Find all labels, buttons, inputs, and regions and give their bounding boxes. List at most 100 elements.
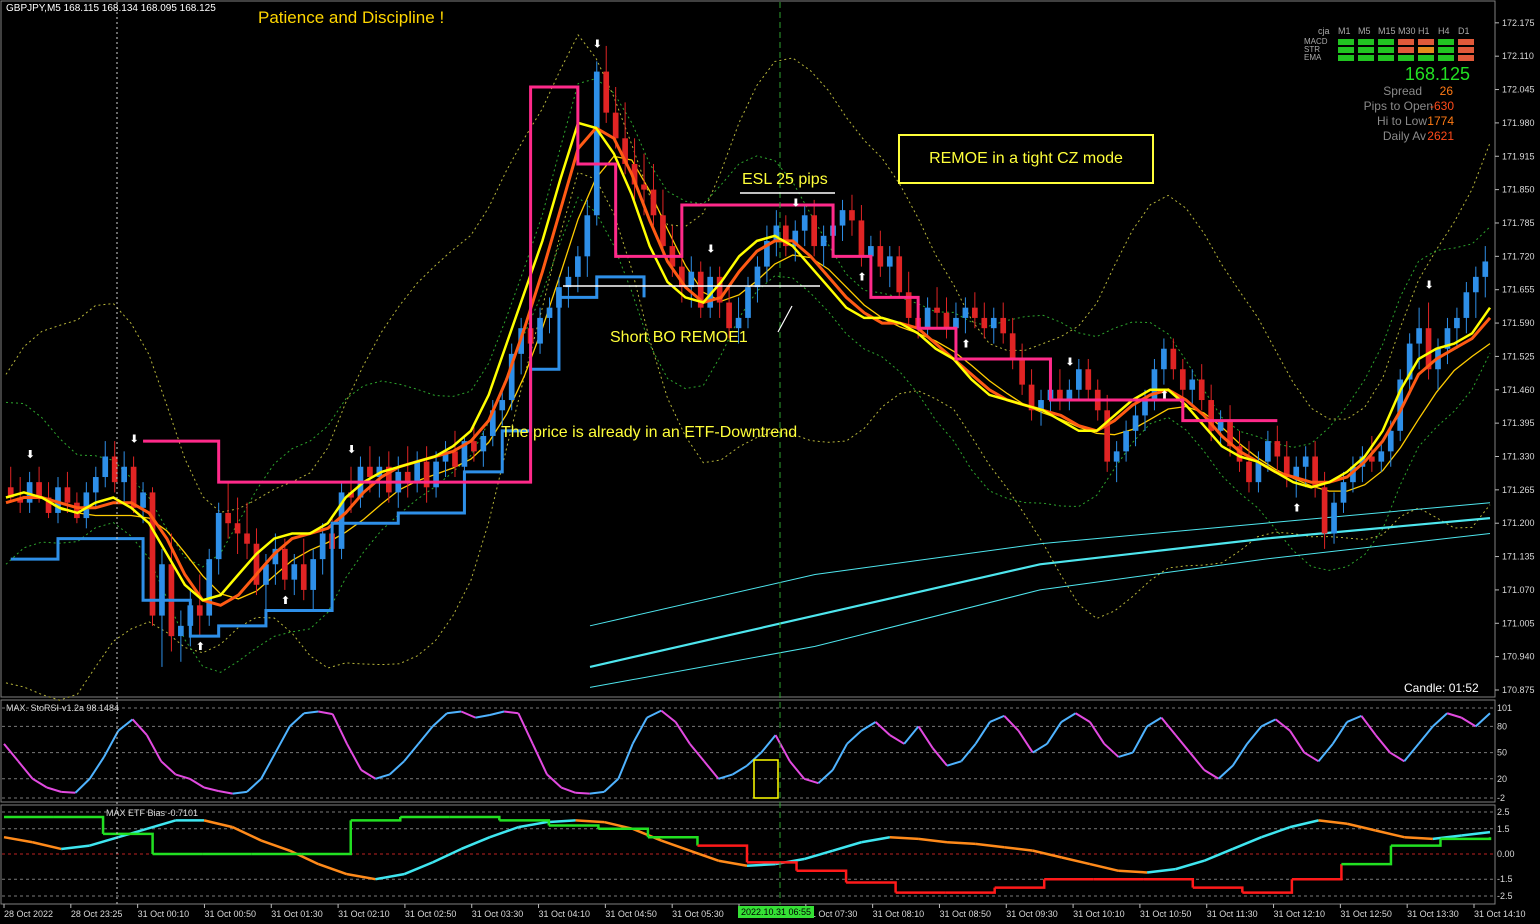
dashboard-signal-cell [1438, 47, 1454, 53]
candle-body [1104, 410, 1111, 462]
candle-body [650, 189, 657, 216]
candle-body [934, 307, 940, 313]
dashboard-tf-label: D1 [1458, 26, 1470, 36]
x-tick-label: 31 Oct 02:50 [405, 909, 457, 919]
spread-value: 26 [1439, 84, 1453, 98]
buy-arrow-icon: ⬆ [281, 594, 290, 607]
candle-body [74, 502, 80, 519]
y-tick-label: 171.850 [1502, 185, 1535, 195]
candle-body [367, 466, 373, 478]
candle-body [92, 477, 99, 493]
candle-body [1123, 430, 1129, 452]
candle-body [83, 492, 90, 519]
y-tick-label: 172.110 [1502, 51, 1534, 61]
y-tick-label: 171.980 [1502, 118, 1535, 128]
dashboard-signal-cell [1438, 55, 1454, 61]
hi-to-low-value: 1774 [1427, 114, 1454, 128]
candle-body [1085, 369, 1092, 390]
candle-body [868, 246, 874, 257]
y-tick-label: 171.135 [1502, 552, 1535, 562]
x-tick-label: 31 Oct 11:30 [1207, 909, 1258, 919]
candle-body [1302, 456, 1309, 467]
candle-body [546, 307, 553, 318]
x-tick-label: 31 Oct 10:10 [1073, 909, 1125, 919]
candle-body [1340, 482, 1347, 503]
dashboard-tf-label: H4 [1438, 26, 1450, 36]
candle-body [745, 287, 751, 318]
dashboard-signal-cell [1338, 47, 1354, 53]
etf-level-label: 0.00 [1497, 849, 1515, 859]
candle-body [178, 625, 184, 637]
candle-body [953, 317, 959, 329]
candle-body [612, 112, 619, 139]
esl-annotation[interactable]: ESL 25 pips [742, 171, 828, 189]
candle-body [310, 559, 317, 590]
candle-body [896, 256, 903, 293]
etf-downtrend-annotation[interactable]: The price is already in an ETF-Downtrend [501, 424, 797, 442]
sell-arrow-icon: ⬇ [26, 448, 35, 461]
etf-bias-fast-segment [1404, 835, 1433, 841]
daily-av-label: Daily Av [1382, 129, 1426, 143]
etf-bias-title: MAX ETF Bias -0.7101 [106, 808, 199, 818]
etf-bias-fast-segment [546, 819, 576, 824]
trading-chart[interactable]: ⬇ ⬇ ⬆ ⬆ ⬇ ⬇ ⬇ ⬇ ⬆ ⬆ ⬇ ⬆ ⬆ ⬇ 172.175 172.110 172.045 171.… [0, 0, 1540, 924]
candle-body [858, 220, 865, 257]
candle-body [1265, 441, 1271, 462]
y-tick-label: 172.175 [1502, 18, 1535, 28]
etf-bias-fast-segment [1118, 869, 1148, 874]
remoe-annotation-box[interactable]: REMOE in a tight CZ mode [898, 134, 1154, 184]
x-tick-label: 31 Oct 12:10 [1274, 909, 1326, 919]
candle-body [121, 466, 127, 483]
symbol-header: GBPJPY,M5 168.115 168.134 168.095 168.12… [6, 3, 216, 14]
candle-body [1454, 317, 1460, 329]
buy-arrow-icon: ⬆ [1160, 389, 1169, 402]
stochrsi-level-label: 20 [1497, 774, 1507, 784]
etf-level-label: -1.5 [1497, 874, 1513, 884]
patience-annotation[interactable]: Patience and Discipline ! [258, 8, 444, 28]
x-tick-label: 31 Oct 08:50 [939, 909, 991, 919]
dashboard-tf-label: M5 [1358, 26, 1371, 36]
dashboard-signal-cell [1418, 39, 1434, 45]
candle-body [1161, 348, 1167, 370]
sell-arrow-icon: ⬇ [593, 37, 602, 50]
candle-body [1132, 415, 1139, 431]
etf-level-label: 1.5 [1497, 824, 1510, 834]
stochrsi-level-label: 80 [1497, 721, 1507, 731]
dashboard-signal-cell [1338, 39, 1354, 45]
stochrsi-segment [575, 791, 590, 795]
y-tick-label: 172.045 [1502, 85, 1535, 95]
x-tick-label: 28 Oct 2022 [4, 909, 53, 919]
y-tick-label: 171.005 [1502, 618, 1535, 628]
y-tick-label: 171.070 [1502, 585, 1535, 595]
candle-body [1274, 441, 1281, 457]
candle-body [1416, 328, 1422, 344]
candle-body [452, 451, 458, 467]
x-tick-label: 31 Oct 08:10 [873, 909, 925, 919]
short-bo-annotation[interactable]: Short BO REMOE1 [610, 329, 748, 347]
candle-body [414, 461, 421, 483]
spread-label: Spread [1383, 84, 1422, 98]
x-tick-label: 31 Oct 12:50 [1340, 909, 1392, 919]
candle-body [1321, 487, 1328, 534]
sell-arrow-icon: ⬇ [706, 243, 715, 256]
y-tick-label: 171.395 [1502, 418, 1535, 428]
candle-body [499, 400, 506, 411]
y-tick-label: 171.655 [1502, 285, 1535, 295]
candle-body [603, 71, 610, 113]
y-tick-label: 171.265 [1502, 485, 1535, 495]
candle-body [1331, 502, 1337, 534]
dashboard-tf-label: M30 [1398, 26, 1416, 36]
x-tick-label: 31 Oct 01:30 [271, 909, 323, 919]
candle-body [1113, 451, 1120, 462]
candle-body [1387, 430, 1394, 452]
buy-arrow-icon: ⬆ [1292, 502, 1301, 515]
etf-level-label: -2.5 [1497, 891, 1513, 901]
x-tick-label: 31 Oct 02:10 [338, 909, 390, 919]
candle-body [1170, 348, 1177, 370]
candle-body [291, 564, 298, 580]
etf-bias-fast-segment [889, 835, 919, 841]
x-tick-label: 31 Oct 00:10 [138, 909, 190, 919]
remoe-annotation-text: REMOE in a tight CZ mode [929, 150, 1123, 167]
candle-body [1009, 333, 1016, 359]
candle-body [102, 456, 109, 478]
